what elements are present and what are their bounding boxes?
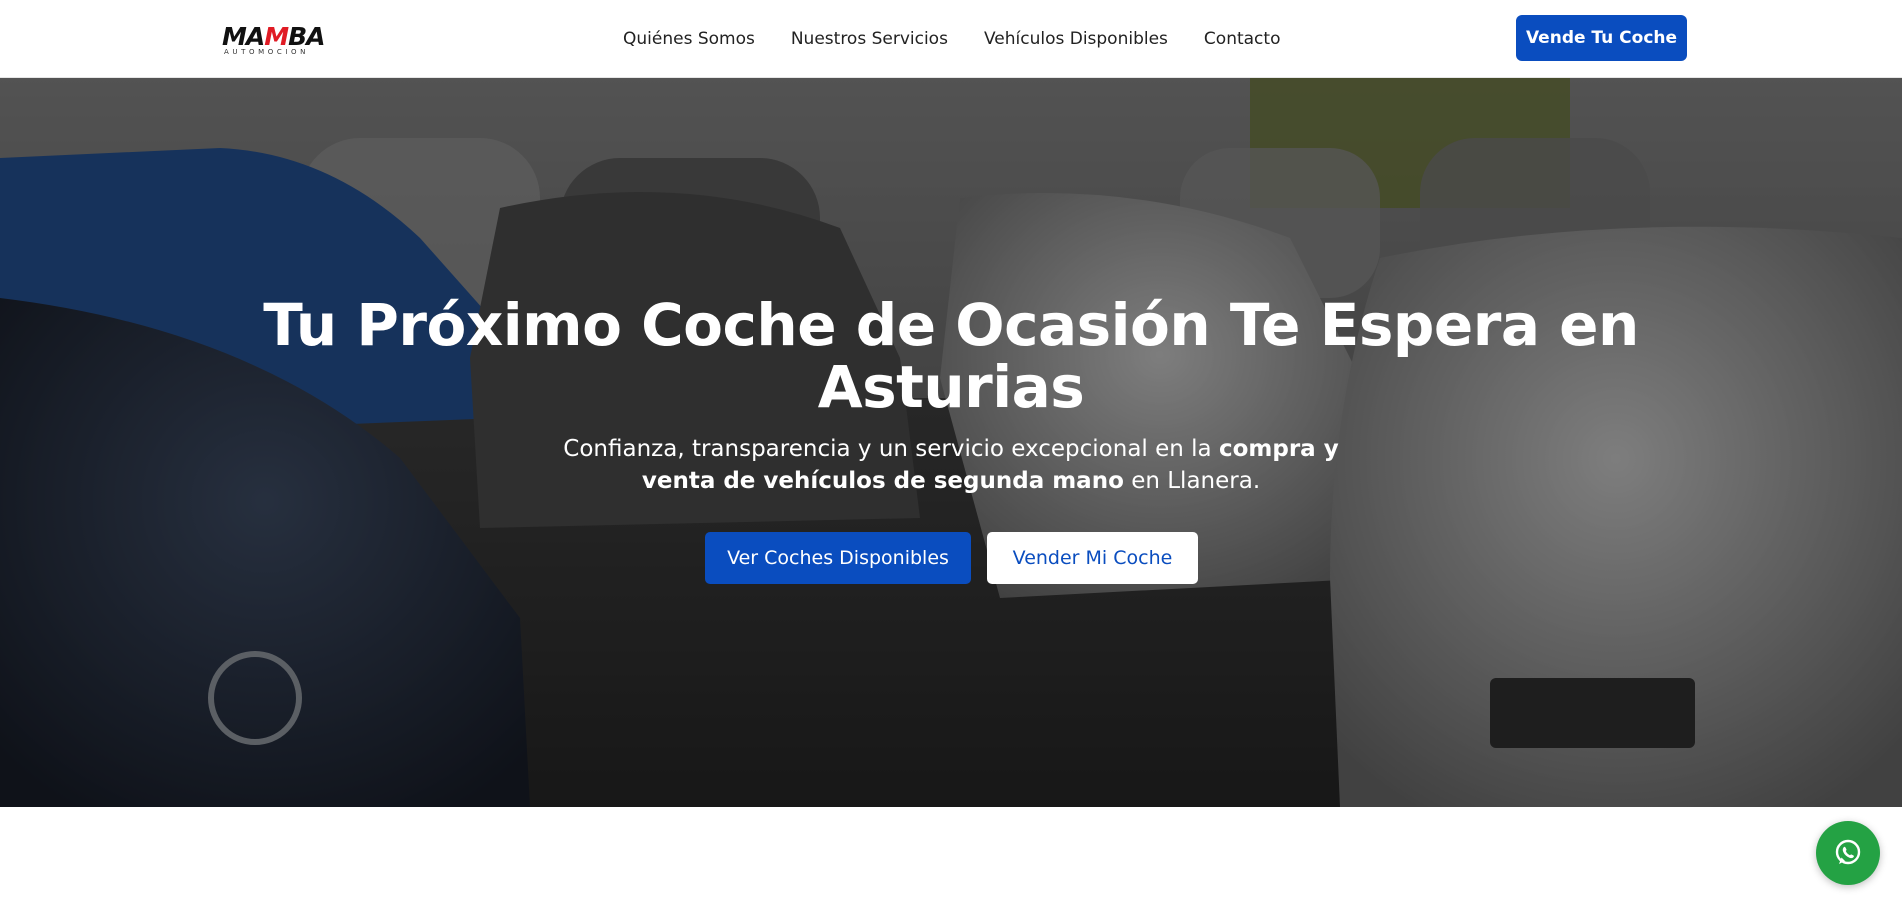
hero-section: Tu Próximo Coche de Ocasión Te Espera en… — [0, 78, 1902, 807]
whatsapp-icon — [1835, 839, 1861, 865]
hero-subtitle: Confianza, transparencia y un servicio e… — [551, 433, 1351, 497]
hero-subtitle-text-2: en Llanera. — [1123, 468, 1261, 494]
vende-tu-coche-button[interactable]: Vende Tu Coche — [1516, 15, 1687, 61]
hero-title: Tu Próximo Coche de Ocasión Te Espera en… — [263, 291, 1639, 421]
nav-contacto[interactable]: Contacto — [1204, 29, 1281, 49]
logo-wordmark: MAMBA — [222, 22, 326, 51]
logo-subtitle: AUTOMOCION — [224, 48, 309, 56]
whatsapp-button[interactable] — [1816, 821, 1880, 885]
nav-quienes-somos[interactable]: Quiénes Somos — [623, 29, 755, 49]
ver-coches-disponibles-button[interactable]: Ver Coches Disponibles — [705, 532, 971, 584]
site-header: MAMBA AUTOMOCION Quiénes Somos Nuestros … — [0, 0, 1902, 78]
hero-subtitle-text-1: Confianza, transparencia y un servicio e… — [563, 436, 1219, 462]
vender-mi-coche-button[interactable]: Vender Mi Coche — [987, 532, 1198, 584]
main-nav: Quiénes Somos Nuestros Servicios Vehícul… — [623, 0, 1280, 78]
mamba-logo[interactable]: MAMBA AUTOMOCION — [222, 24, 334, 56]
nav-nuestros-servicios[interactable]: Nuestros Servicios — [791, 29, 948, 49]
nav-vehiculos-disponibles[interactable]: Vehículos Disponibles — [984, 29, 1168, 49]
